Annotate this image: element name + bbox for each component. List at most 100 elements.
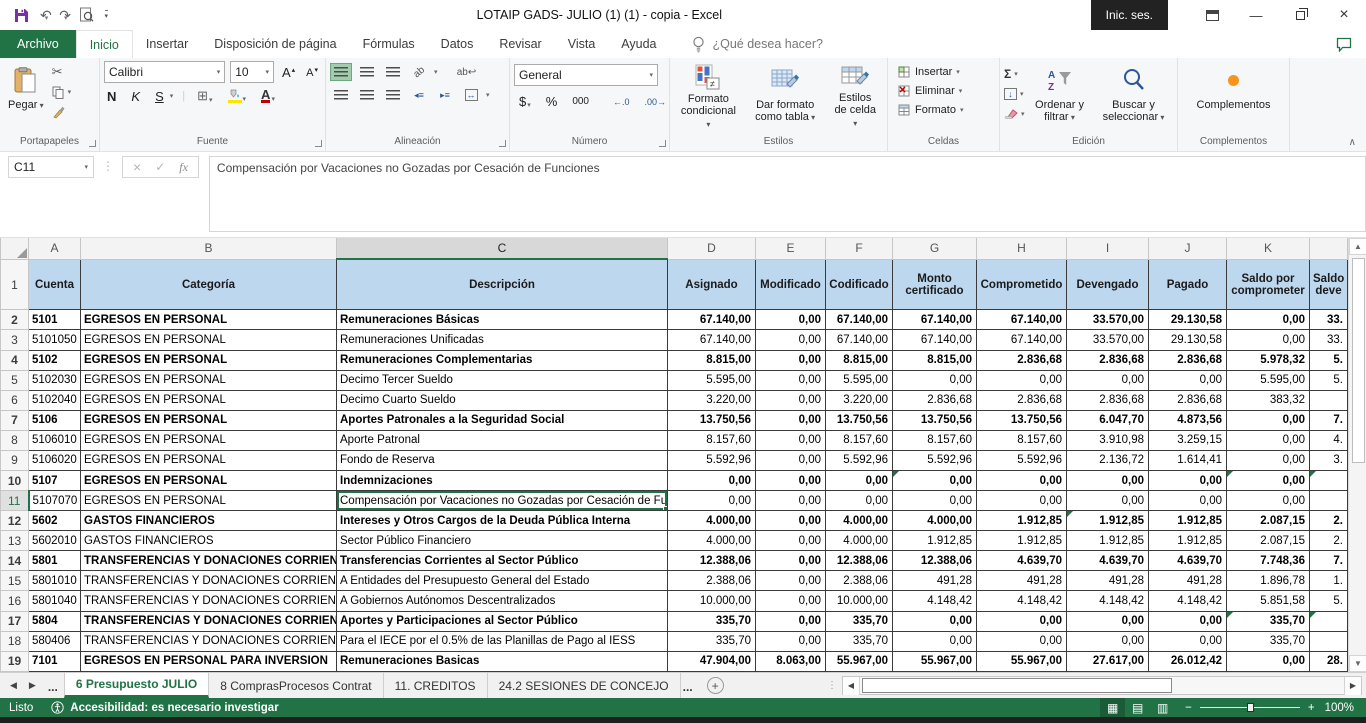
cell-K16[interactable]: 5.851,58 (1227, 591, 1310, 611)
header-cell-D1[interactable]: Asignado (668, 259, 756, 310)
cell-D5[interactable]: 5.595,00 (668, 370, 756, 390)
minimize-button[interactable]: — (1234, 0, 1278, 30)
decrease-indent-icon[interactable]: ◂≡ (408, 86, 430, 104)
cell-F19[interactable]: 55.967,00 (826, 651, 893, 671)
cell-G6[interactable]: 2.836,68 (893, 390, 977, 410)
cell-A17[interactable]: 5804 (29, 611, 81, 631)
row-header-2[interactable]: 2 (1, 310, 29, 330)
sheet-tab-presupuesto[interactable]: 6 Presupuesto JULIO (64, 673, 209, 698)
cell-E8[interactable]: 0,00 (756, 430, 826, 450)
cell-L17[interactable] (1310, 611, 1348, 631)
ribbon-display-options-icon[interactable] (1190, 0, 1234, 30)
header-cell-J1[interactable]: Pagado (1149, 259, 1227, 310)
align-middle-button[interactable] (356, 63, 378, 81)
decrease-decimal-icon[interactable]: .00→ (642, 96, 670, 108)
cell-E19[interactable]: 8.063,00 (756, 651, 826, 671)
cell-K6[interactable]: 383,32 (1227, 390, 1310, 410)
cell-H8[interactable]: 8.157,60 (977, 430, 1067, 450)
scroll-left-icon[interactable]: ◀ (843, 677, 860, 695)
row-header-12[interactable]: 12 (1, 511, 29, 531)
cell-J14[interactable]: 4.639,70 (1149, 551, 1227, 571)
column-header-A[interactable]: A (29, 238, 81, 259)
align-right-button[interactable] (382, 86, 404, 104)
column-header-E[interactable]: E (756, 238, 826, 259)
cell-F9[interactable]: 5.592,96 (826, 450, 893, 470)
header-cell-L1[interactable]: Saldo deve (1310, 259, 1348, 310)
cell-E9[interactable]: 0,00 (756, 450, 826, 470)
enter-icon[interactable]: ✓ (155, 160, 165, 174)
cell-C10[interactable]: Indemnizaciones (337, 471, 668, 491)
percent-format-icon[interactable]: % (543, 93, 561, 110)
column-header-K[interactable]: K (1227, 238, 1310, 259)
cell-A18[interactable]: 580406 (29, 631, 81, 651)
increase-decimal-icon[interactable]: ←.0 (610, 96, 633, 108)
cell-G10[interactable]: 0,00 (893, 471, 977, 491)
cell-L18[interactable] (1310, 631, 1348, 651)
scroll-up-icon[interactable]: ▲ (1349, 238, 1366, 255)
cell-H7[interactable]: 13.750,56 (977, 410, 1067, 430)
cell-A9[interactable]: 5106020 (29, 450, 81, 470)
cell-A16[interactable]: 5801040 (29, 591, 81, 611)
cell-A3[interactable]: 5101050 (29, 330, 81, 350)
cell-J18[interactable]: 0,00 (1149, 631, 1227, 651)
row-header-7[interactable]: 7 (1, 410, 29, 430)
cell-G12[interactable]: 4.000,00 (893, 511, 977, 531)
cell-L2[interactable]: 33. (1310, 310, 1348, 330)
cell-F13[interactable]: 4.000,00 (826, 531, 893, 551)
cell-B11[interactable]: EGRESOS EN PERSONAL (81, 491, 337, 511)
cell-D12[interactable]: 4.000,00 (668, 511, 756, 531)
cell-D18[interactable]: 335,70 (668, 631, 756, 651)
page-break-view-icon[interactable]: ▥ (1150, 698, 1175, 717)
restore-button[interactable] (1278, 0, 1322, 30)
cell-F16[interactable]: 10.000,00 (826, 591, 893, 611)
cell-styles-button[interactable]: Estilos de celda (827, 61, 883, 133)
find-select-button[interactable]: Buscar y seleccionar (1095, 61, 1173, 133)
cell-G16[interactable]: 4.148,42 (893, 591, 977, 611)
cell-H18[interactable]: 0,00 (977, 631, 1067, 651)
cell-B16[interactable]: TRANSFERENCIAS Y DONACIONES CORRIENTES (81, 591, 337, 611)
row-header-1[interactable]: 1 (1, 259, 29, 310)
cell-C2[interactable]: Remuneraciones Básicas (337, 310, 668, 330)
cell-L19[interactable]: 28. (1310, 651, 1348, 671)
cell-E10[interactable]: 0,00 (756, 471, 826, 491)
dialog-launcher-icon[interactable] (315, 140, 322, 147)
cell-L10[interactable] (1310, 471, 1348, 491)
fill-color-icon[interactable]: ▾ (225, 88, 250, 104)
cell-A15[interactable]: 5801010 (29, 571, 81, 591)
cell-F17[interactable]: 335,70 (826, 611, 893, 631)
header-cell-G1[interactable]: Monto certificado (893, 259, 977, 310)
cell-C4[interactable]: Remuneraciones Complementarias (337, 350, 668, 370)
cut-button[interactable]: ✂ (50, 64, 74, 80)
cell-K8[interactable]: 0,00 (1227, 430, 1310, 450)
save-icon[interactable] (14, 8, 29, 23)
cell-D16[interactable]: 10.000,00 (668, 591, 756, 611)
cell-E18[interactable]: 0,00 (756, 631, 826, 651)
print-preview-icon[interactable] (79, 7, 94, 23)
fill-button[interactable]: ↓▾ (1004, 85, 1025, 102)
vertical-scrollbar-thumb[interactable] (1352, 258, 1365, 463)
cell-A11[interactable]: 5107070 (29, 491, 81, 511)
cell-C16[interactable]: A Gobiernos Autónomos Descentralizados (337, 591, 668, 611)
cell-J13[interactable]: 1.912,85 (1149, 531, 1227, 551)
cell-B4[interactable]: EGRESOS EN PERSONAL (81, 350, 337, 370)
scroll-down-icon[interactable]: ▼ (1349, 655, 1366, 672)
cell-F4[interactable]: 8.815,00 (826, 350, 893, 370)
cell-E7[interactable]: 0,00 (756, 410, 826, 430)
currency-format-icon[interactable]: $▾ (516, 93, 534, 110)
cell-C13[interactable]: Sector Público Financiero (337, 531, 668, 551)
cell-D2[interactable]: 67.140,00 (668, 310, 756, 330)
format-cells-button[interactable]: Formato▾ (896, 102, 965, 118)
column-header-J[interactable]: J (1149, 238, 1227, 259)
row-header-16[interactable]: 16 (1, 591, 29, 611)
row-header-15[interactable]: 15 (1, 571, 29, 591)
font-name-select[interactable]: Calibri▾ (104, 61, 225, 83)
row-header-18[interactable]: 18 (1, 631, 29, 651)
cell-E13[interactable]: 0,00 (756, 531, 826, 551)
cell-A10[interactable]: 5107 (29, 471, 81, 491)
cell-L15[interactable]: 1. (1310, 571, 1348, 591)
tab-inicio[interactable]: Inicio (76, 30, 133, 58)
cell-D6[interactable]: 3.220,00 (668, 390, 756, 410)
cell-H12[interactable]: 1.912,85 (977, 511, 1067, 531)
cell-E11[interactable]: 0,00 (756, 491, 826, 511)
cell-K3[interactable]: 0,00 (1227, 330, 1310, 350)
